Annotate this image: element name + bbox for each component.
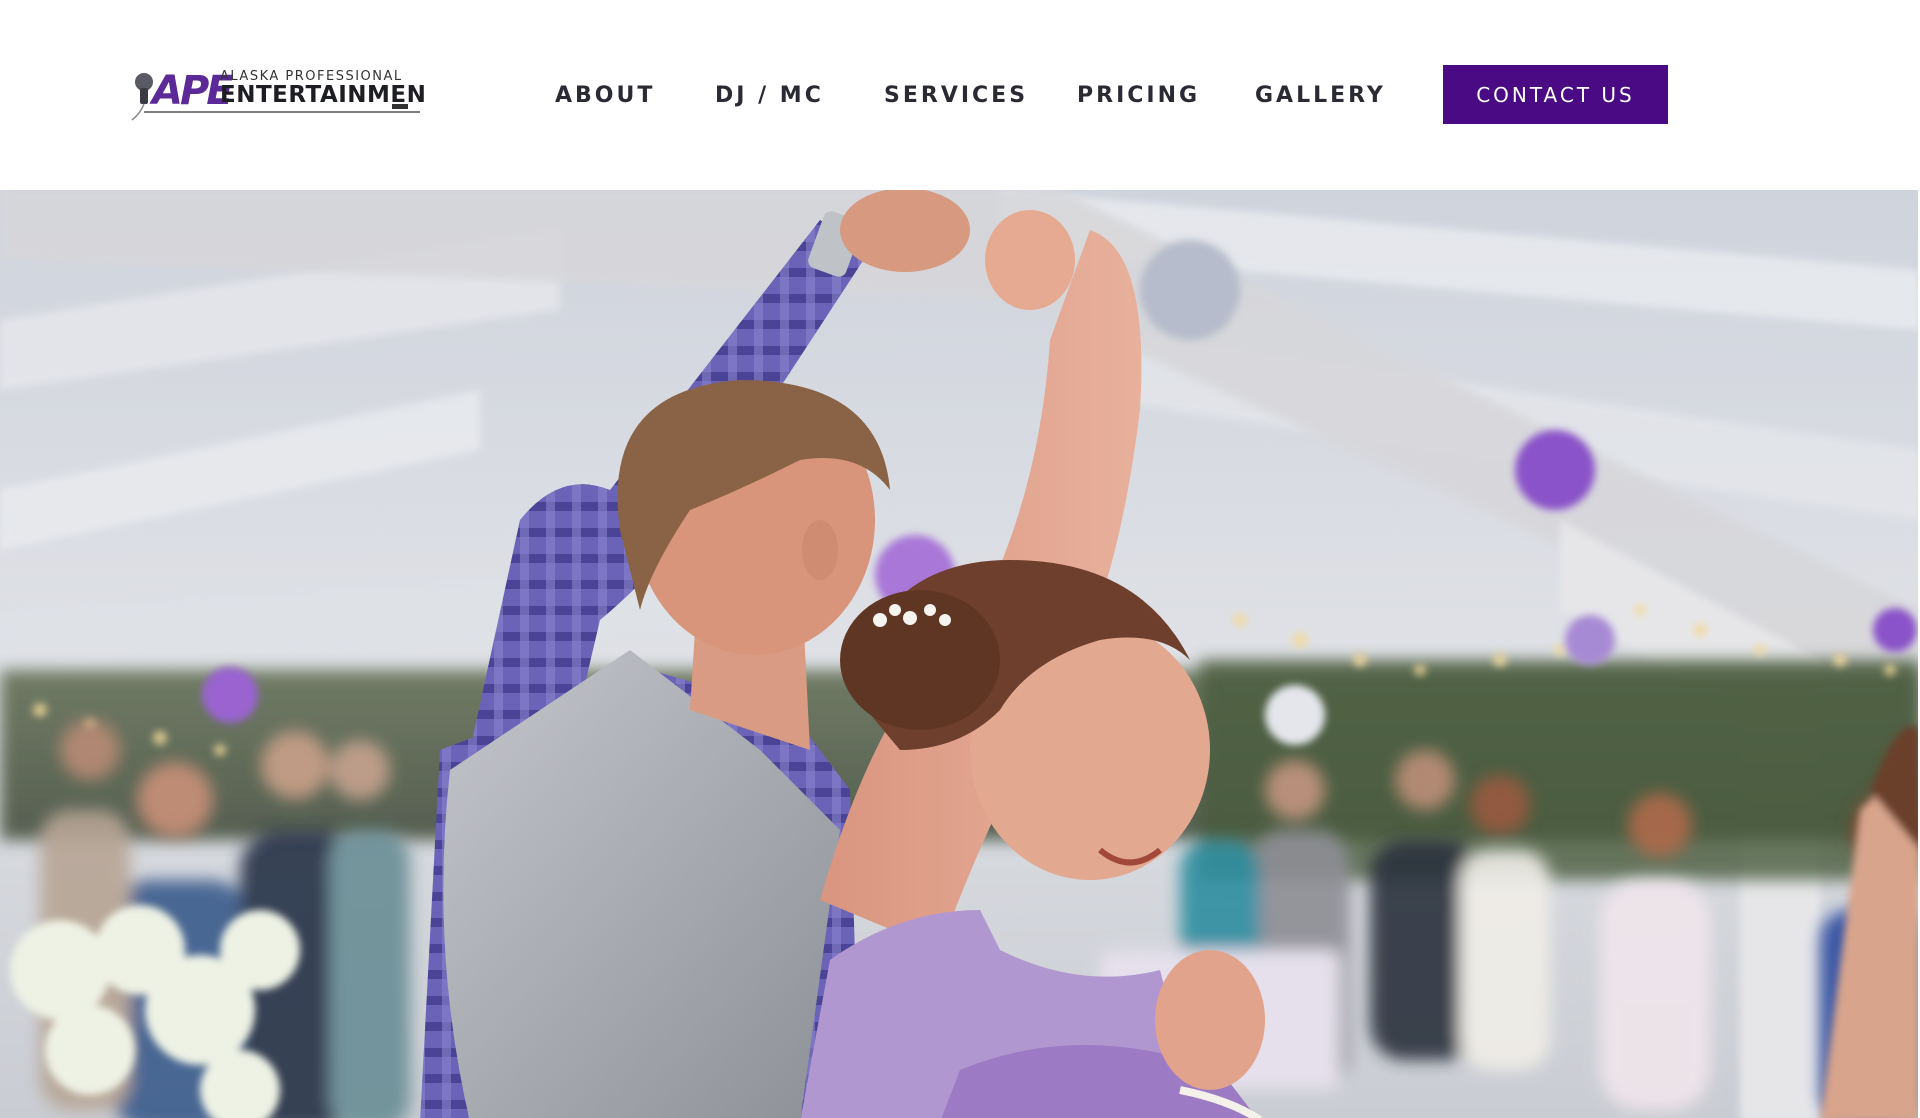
site-header: APE ALASKA PROFESSIONAL ENTERTAINMENT AB… bbox=[0, 0, 1920, 190]
hero-image bbox=[0, 190, 1920, 1118]
contact-us-button[interactable]: CONTACT US bbox=[1443, 65, 1668, 124]
nav-about[interactable]: ABOUT bbox=[555, 82, 655, 110]
nav-dj-mc[interactable]: DJ / MC bbox=[715, 82, 824, 110]
nav-pricing[interactable]: PRICING bbox=[1077, 82, 1200, 110]
nav-services[interactable]: SERVICES bbox=[884, 82, 1028, 110]
wedding-dance-photo bbox=[0, 190, 1920, 1118]
nav-gallery[interactable]: GALLERY bbox=[1255, 82, 1386, 110]
